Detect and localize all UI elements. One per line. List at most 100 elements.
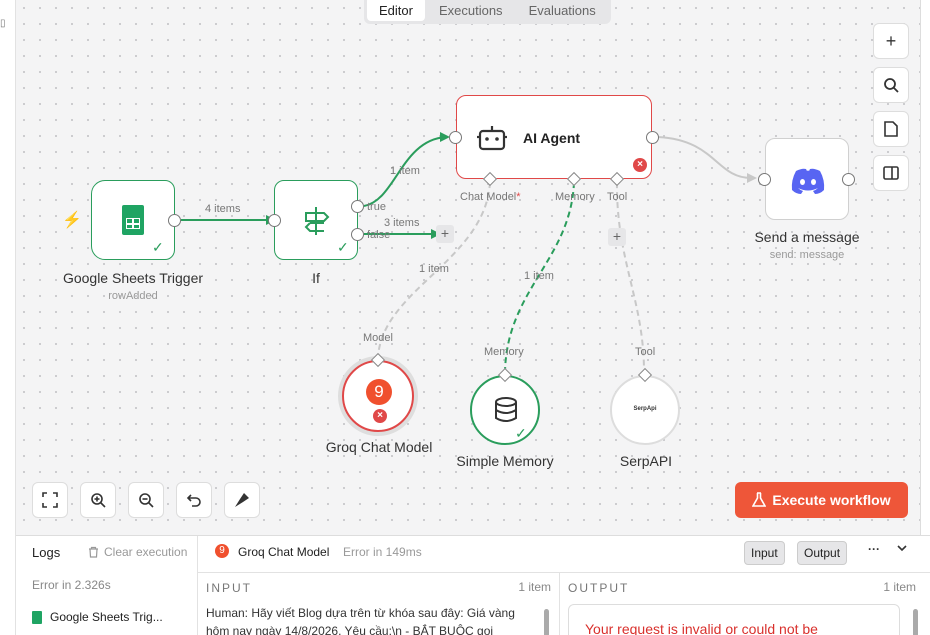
zoom-out-icon [139, 493, 154, 508]
port-label-tool: Tool [607, 191, 628, 203]
undo-icon [186, 494, 201, 507]
sidebar-edge-icon[interactable]: ▯ [0, 18, 6, 29]
input-toggle-button[interactable]: Input [744, 541, 785, 565]
edge-label-memory: 1 item [524, 270, 554, 282]
add-node-button[interactable]: + [873, 23, 909, 59]
edge-agent-send-arrow [747, 173, 757, 183]
output-error-box: Your request is invalid or could not be [568, 604, 900, 635]
sticky-note-icon [884, 121, 898, 137]
fit-view-button[interactable] [32, 482, 68, 518]
output-toggle-button[interactable]: Output [797, 541, 848, 565]
zoom-in-icon [91, 493, 106, 508]
zoom-in-button[interactable] [80, 482, 116, 518]
node-if[interactable]: ✓ [274, 180, 358, 260]
error-x-icon: × [633, 158, 647, 172]
node-subtitle-send: send: message [769, 249, 845, 261]
magnifier-icon [884, 78, 899, 93]
node-title-if: If [312, 270, 320, 286]
node-title-groq: Groq Chat Model [325, 439, 433, 455]
node-groq-chat-model[interactable]: 9 × [342, 360, 414, 432]
logs-error-time: Error in 2.326s [32, 578, 111, 592]
log-item-google-sheets[interactable]: Google Sheets Trig... [32, 610, 163, 624]
left-sidebar-strip: ▯ [0, 0, 16, 635]
groq-logo-icon: 9 [215, 544, 229, 558]
execute-workflow-label: Execute workflow [772, 492, 891, 508]
input-text: Human: Hãy viết Blog dựa trên từ khóa sa… [206, 606, 515, 635]
trigger-output-port[interactable] [168, 214, 181, 227]
port-label-memory: Memory [555, 191, 595, 203]
toggle-panel-button[interactable] [873, 155, 909, 191]
logs-column: Logs Clear execution Error in 2.326s Goo… [16, 536, 198, 635]
send-output-port[interactable] [842, 173, 855, 186]
agent-input-port[interactable] [449, 131, 462, 144]
error-x-icon: × [373, 409, 387, 423]
groq-port-label: Model [363, 332, 393, 344]
node-title-send: Send a message [754, 229, 860, 245]
node-google-sheets-trigger[interactable]: ✓ [91, 180, 175, 260]
details-header: 9 Groq Chat Model Error in 149ms Input O… [198, 536, 930, 568]
if-true-port[interactable] [351, 200, 364, 213]
edge-label-groq: 1 item [419, 263, 449, 275]
edge-agent-send [657, 136, 752, 179]
tidy-up-button[interactable] [224, 482, 260, 518]
flask-icon [752, 492, 767, 507]
serpapi-logo-icon: SerpApi [633, 406, 657, 412]
edge-label-trigger-if: 4 items [205, 203, 241, 215]
success-check-icon: ✓ [152, 239, 164, 255]
node-ai-agent[interactable]: AI Agent × [456, 95, 652, 179]
input-scrollbar[interactable] [544, 609, 549, 635]
node-title-memory: Simple Memory [456, 453, 554, 469]
more-options-icon[interactable]: ··· [868, 542, 880, 556]
undo-button[interactable] [176, 482, 212, 518]
workflow-canvas[interactable]: Editor Executions Evaluations 4 items 1 … [16, 0, 930, 535]
discord-icon [790, 167, 826, 200]
trash-icon [89, 546, 98, 558]
node-serpapi[interactable]: SerpApi [610, 375, 680, 445]
groq-logo-icon: 9 [366, 379, 392, 405]
output-count: 1 item [883, 580, 916, 594]
add-node-false-button[interactable]: + [436, 225, 454, 243]
input-count: 1 item [518, 580, 551, 594]
chevron-down-icon[interactable] [896, 541, 908, 559]
google-sheets-icon [122, 205, 144, 235]
add-sticky-note-button[interactable] [873, 111, 909, 147]
if-false-label: false [367, 229, 391, 241]
clear-execution-button[interactable]: Clear execution [88, 545, 187, 559]
node-subtitle-trigger: rowAdded [108, 290, 158, 302]
add-tool-button[interactable]: + [608, 228, 626, 246]
node-title-serp: SerpAPI [619, 453, 673, 469]
execute-workflow-button[interactable]: Execute workflow [735, 482, 908, 518]
output-pane: OUTPUT 1 item Your request is invalid or… [560, 572, 930, 635]
google-sheets-icon [32, 610, 42, 624]
plus-icon: + [885, 30, 897, 51]
output-scrollbar[interactable] [913, 609, 918, 635]
canvas-scroll-edge [920, 0, 930, 535]
details-node-name: Groq Chat Model [238, 545, 330, 559]
success-check-icon: ✓ [515, 425, 527, 441]
clean-up-icon [235, 493, 249, 507]
output-error-text: Your request is invalid or could not be [585, 621, 818, 635]
details-status: Error in 149ms [343, 545, 422, 559]
fit-view-icon [42, 492, 58, 508]
input-pane: INPUT 1 item Human: Hãy viết Blog dựa tr… [198, 572, 560, 635]
node-title-trigger: Google Sheets Trigger [62, 270, 204, 286]
serp-port-label: Tool [635, 346, 656, 358]
signpost-icon [302, 205, 332, 237]
search-nodes-button[interactable] [873, 67, 909, 103]
agent-output-port[interactable] [646, 131, 659, 144]
robot-icon [477, 124, 507, 157]
node-simple-memory[interactable]: ✓ [470, 375, 540, 445]
node-send-message[interactable] [765, 138, 849, 220]
input-heading: INPUT [206, 581, 252, 595]
if-input-port[interactable] [268, 214, 281, 227]
send-input-port[interactable] [758, 173, 771, 186]
port-label-chat-model: Chat Model* [460, 191, 521, 203]
trigger-bolt-icon: ⚡ [62, 212, 82, 229]
edge-label-if-true: 1 item [390, 165, 420, 177]
zoom-out-button[interactable] [128, 482, 164, 518]
if-false-port[interactable] [351, 228, 364, 241]
if-true-label: true [367, 201, 386, 213]
output-heading: OUTPUT [568, 581, 630, 595]
memory-port-label: Memory [484, 346, 524, 358]
node-title-agent: AI Agent [523, 130, 581, 146]
